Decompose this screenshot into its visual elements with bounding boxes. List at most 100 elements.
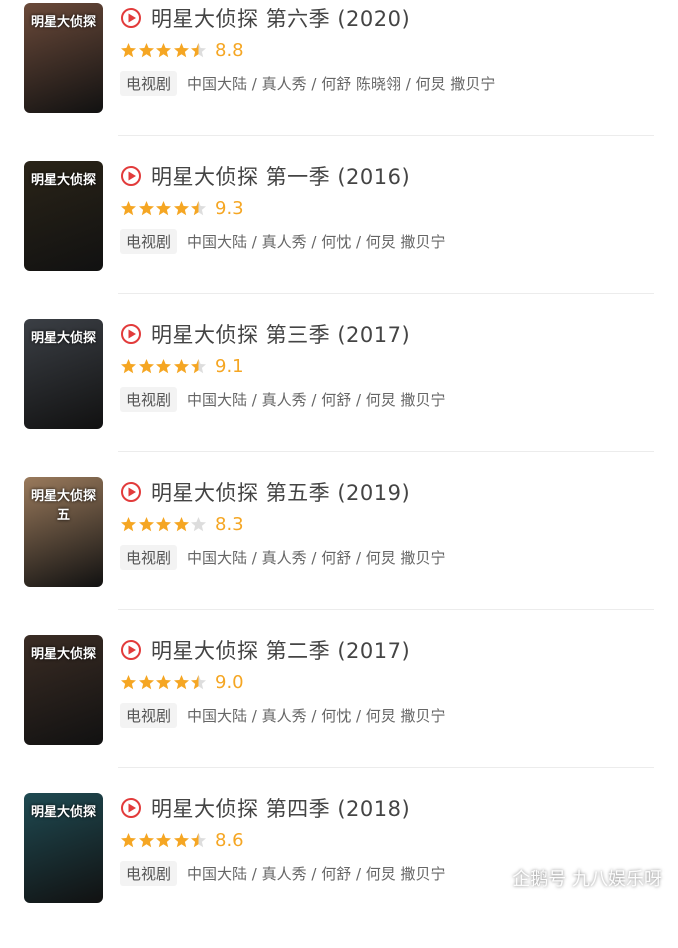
star-half-icon [191,200,206,215]
play-icon[interactable] [120,639,142,661]
meta-row: 电视剧 中国大陆 / 真人秀 / 何舒 / 何炅 撒贝宁 [120,386,658,412]
category-tag: 电视剧 [120,70,178,96]
star-full-icon [138,42,154,57]
poster-text: 明星大侦探 五 [30,489,96,523]
rating-row: 9.0 [120,668,658,696]
star-full-icon [121,674,136,689]
star-rating [120,516,208,533]
title-row: 明星大侦探 第一季 (2016) [120,158,658,194]
meta-row: 电视剧 中国大陆 / 真人秀 / 何忱 / 何炅 撒贝宁 [120,702,658,728]
star-rating [120,200,208,217]
rating-score: 8.8 [215,39,244,61]
star-full-icon [138,200,154,215]
poster-image[interactable]: 明星大侦探 [24,3,103,113]
item-title[interactable]: 明星大侦探 第六季 (2020) [151,3,410,33]
star-full-icon [138,516,154,531]
item-meta: 中国大陆 / 真人秀 / 何舒 / 何炅 撒贝宁 [187,548,446,567]
item-title[interactable]: 明星大侦探 第三季 (2017) [151,319,410,349]
title-row: 明星大侦探 第二季 (2017) [120,632,658,668]
rating-score: 9.1 [215,355,244,377]
poster-image[interactable]: 明星大侦探 [24,161,103,271]
star-full-icon [173,358,189,373]
item-info: 明星大侦探 第六季 (2020) 8.8 电视剧 中国大陆 / 真人秀 / 何舒… [120,0,658,96]
list-item[interactable]: 明星大侦探 明星大侦探 第二季 (2017) 9.0 电视剧 中国大陆 / 真人… [0,632,678,790]
list-item[interactable]: 明星大侦探 明星大侦探 第六季 (2020) 8.8 电视剧 中国大陆 / 真人… [0,0,678,158]
rating-row: 8.6 [120,826,658,854]
item-info: 明星大侦探 第二季 (2017) 9.0 电视剧 中国大陆 / 真人秀 / 何忱… [120,632,658,728]
rating-row: 8.3 [120,510,658,538]
title-row: 明星大侦探 第三季 (2017) [120,316,658,352]
rating-row: 9.3 [120,194,658,222]
star-empty-icon [191,516,206,531]
title-row: 明星大侦探 第六季 (2020) [120,0,658,36]
rating-score: 8.6 [215,829,244,851]
category-tag: 电视剧 [120,544,178,570]
star-full-icon [156,516,171,531]
star-half-icon [191,358,206,373]
result-list: 明星大侦探 明星大侦探 第六季 (2020) 8.8 电视剧 中国大陆 / 真人… [0,0,678,948]
item-title[interactable]: 明星大侦探 第四季 (2018) [151,793,410,823]
star-full-icon [121,358,136,373]
star-rating [120,358,208,375]
poster-text: 明星大侦探 [30,15,96,30]
watermark-text: 企鹅号 九八娱乐呀 [512,869,662,890]
item-meta: 中国大陆 / 真人秀 / 何舒 / 何炅 撒贝宁 [187,390,446,409]
star-full-icon [156,832,171,847]
play-icon[interactable] [120,797,142,819]
rating-row: 9.1 [120,352,658,380]
meta-row: 电视剧 中国大陆 / 真人秀 / 何舒 陈晓翎 / 何炅 撒贝宁 [120,70,658,96]
star-full-icon [121,42,136,57]
penguin-icon [489,870,506,888]
item-meta: 中国大陆 / 真人秀 / 何忱 / 何炅 撒贝宁 [187,706,446,725]
star-half-icon [191,674,206,689]
divider [118,767,654,768]
star-full-icon [121,200,136,215]
list-item[interactable]: 明星大侦探 明星大侦探 第三季 (2017) 9.1 电视剧 中国大陆 / 真人… [0,316,678,474]
category-tag: 电视剧 [120,860,178,886]
divider [118,135,654,136]
divider [118,451,654,452]
star-full-icon [138,832,154,847]
category-tag: 电视剧 [120,386,178,412]
star-full-icon [173,200,189,215]
star-full-icon [156,200,171,215]
poster-text: 明星大侦探 [30,331,96,346]
play-icon[interactable] [120,323,142,345]
star-full-icon [156,674,171,689]
meta-row: 电视剧 中国大陆 / 真人秀 / 何忱 / 何炅 撒贝宁 [120,228,658,254]
star-full-icon [121,832,136,847]
star-full-icon [173,516,189,531]
item-title[interactable]: 明星大侦探 第一季 (2016) [151,161,410,191]
poster-image[interactable]: 明星大侦探 [24,319,103,429]
star-full-icon [138,674,154,689]
star-full-icon [156,42,171,57]
play-icon[interactable] [120,7,142,29]
star-full-icon [156,358,171,373]
star-half-icon [191,42,206,57]
star-rating [120,674,208,691]
title-row: 明星大侦探 第四季 (2018) [120,790,658,826]
rating-score: 9.0 [215,671,244,693]
play-icon[interactable] [120,165,142,187]
star-rating [120,832,208,849]
poster-text: 明星大侦探 [30,805,96,820]
category-tag: 电视剧 [120,702,178,728]
list-item[interactable]: 明星大侦探 明星大侦探 第一季 (2016) 9.3 电视剧 中国大陆 / 真人… [0,158,678,316]
item-title[interactable]: 明星大侦探 第二季 (2017) [151,635,410,665]
star-full-icon [173,674,189,689]
rating-score: 9.3 [215,197,244,219]
star-full-icon [121,516,136,531]
item-meta: 中国大陆 / 真人秀 / 何舒 陈晓翎 / 何炅 撒贝宁 [187,74,496,93]
list-item[interactable]: 明星大侦探 五 明星大侦探 第五季 (2019) 8.3 电视剧 中国大陆 / … [0,474,678,632]
poster-image[interactable]: 明星大侦探 [24,793,103,903]
item-title[interactable]: 明星大侦探 第五季 (2019) [151,477,410,507]
watermark: 企鹅号 九八娱乐呀 [486,865,662,891]
poster-image[interactable]: 明星大侦探 [24,635,103,745]
item-meta: 中国大陆 / 真人秀 / 何舒 / 何炅 撒贝宁 [187,864,446,883]
poster-text: 明星大侦探 [30,173,96,188]
play-icon[interactable] [120,481,142,503]
title-row: 明星大侦探 第五季 (2019) [120,474,658,510]
star-rating [120,42,208,59]
poster-image[interactable]: 明星大侦探 五 [24,477,103,587]
star-full-icon [138,358,154,373]
